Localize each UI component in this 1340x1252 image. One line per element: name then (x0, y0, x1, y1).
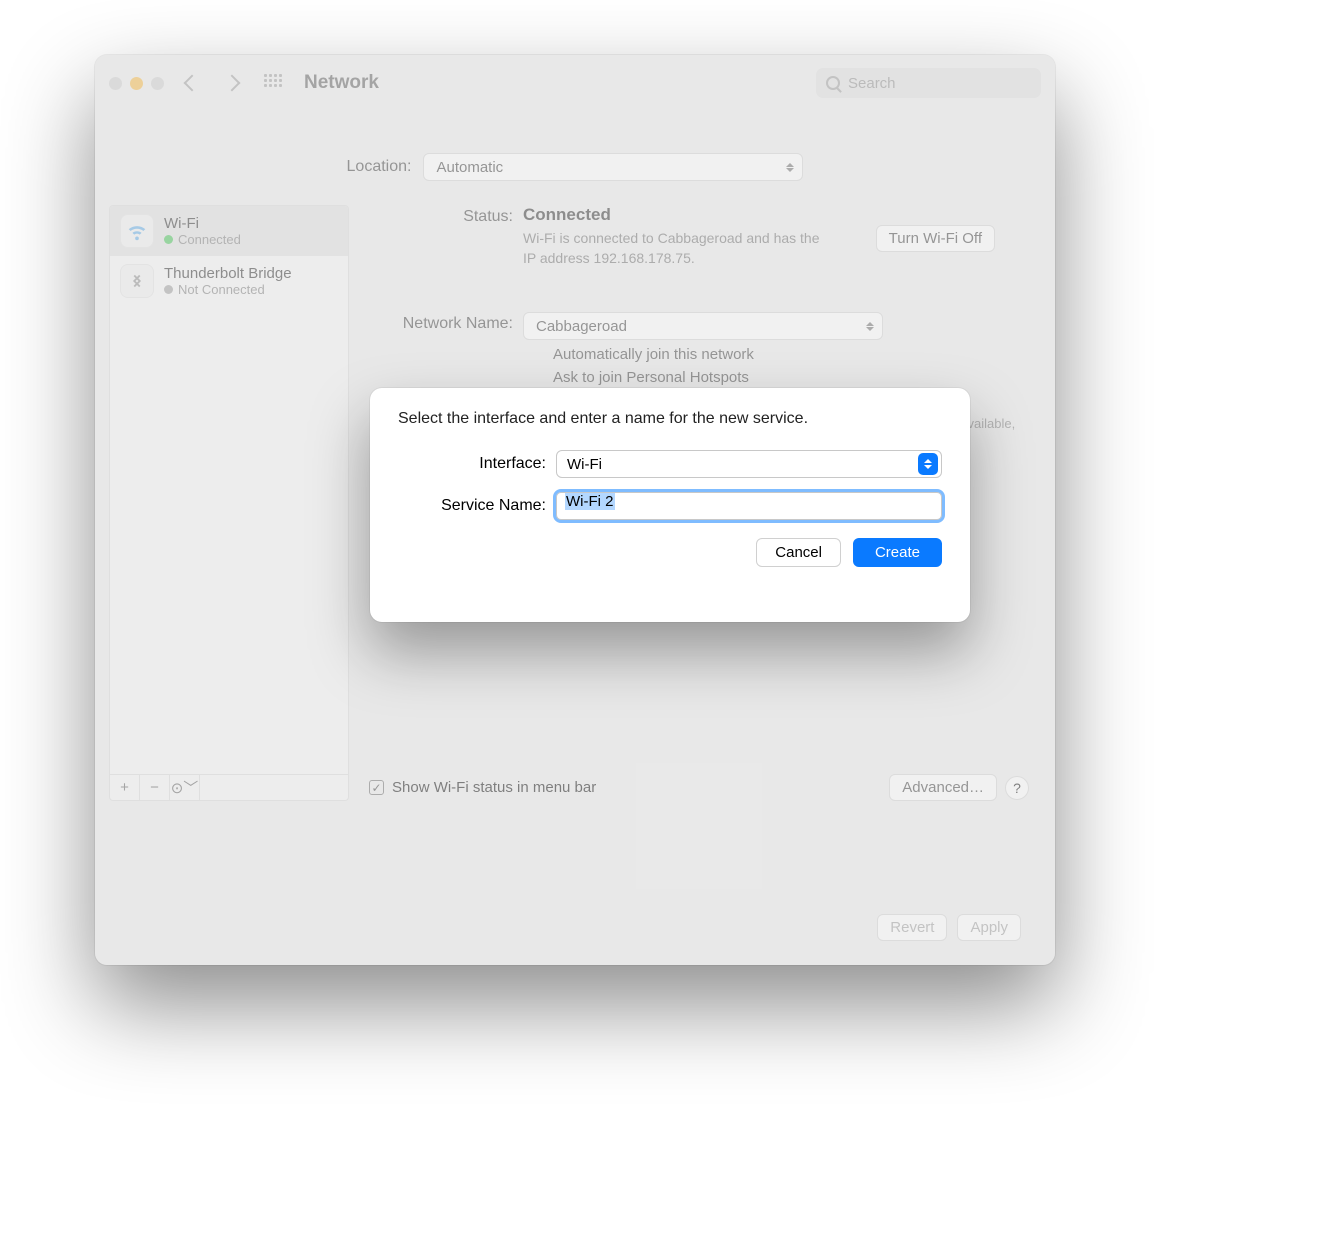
status-value: Connected (523, 205, 611, 224)
service-item-wifi[interactable]: Wi-Fi Connected (110, 206, 348, 256)
back-icon[interactable] (184, 75, 201, 92)
wifi-icon (120, 214, 154, 248)
service-status: Not Connected (178, 282, 265, 297)
forward-icon[interactable] (224, 75, 241, 92)
interface-label: Interface: (398, 455, 556, 473)
service-list-toolbar: + − ⊙﹀ (109, 775, 349, 801)
stepper-icon (866, 322, 874, 331)
advanced-button[interactable]: Advanced… (889, 774, 997, 801)
new-service-dialog: Select the interface and enter a name fo… (370, 388, 970, 622)
traffic-lights (109, 77, 164, 90)
service-sidebar: Wi-Fi Connected Thunderbolt Bridge Not C… (109, 205, 349, 801)
show-status-checkbox[interactable] (369, 780, 384, 795)
show-status-label: Show Wi-Fi status in menu bar (392, 779, 889, 796)
zoom-window-icon[interactable] (151, 77, 164, 90)
remove-service-button[interactable]: − (140, 775, 170, 800)
service-list: Wi-Fi Connected Thunderbolt Bridge Not C… (109, 205, 349, 775)
service-actions-button[interactable]: ⊙﹀ (170, 775, 200, 800)
location-row: Location: Automatic (95, 153, 1055, 181)
service-status: Connected (178, 232, 241, 247)
network-name-value: Cabbageroad (536, 318, 627, 335)
turn-wifi-off-button[interactable]: Turn Wi-Fi Off (876, 225, 995, 252)
stepper-icon (786, 163, 794, 172)
close-window-icon[interactable] (109, 77, 122, 90)
revert-button[interactable]: Revert (877, 914, 947, 941)
search-placeholder: Search (848, 75, 896, 92)
dialog-prompt: Select the interface and enter a name fo… (398, 410, 942, 428)
interface-select[interactable]: Wi-Fi (556, 450, 942, 478)
status-dot-icon (164, 235, 173, 244)
service-name-label: Service Name: (398, 497, 556, 515)
stepper-icon (918, 453, 938, 475)
status-dot-icon (164, 285, 173, 294)
ask-hotspot-checkbox[interactable]: Ask to join Personal Hotspots (553, 369, 1027, 386)
search-icon (826, 76, 840, 90)
network-name-label: Network Name: (363, 312, 523, 333)
apply-button[interactable]: Apply (957, 914, 1021, 941)
minimize-window-icon[interactable] (130, 77, 143, 90)
create-button[interactable]: Create (853, 538, 942, 567)
interface-value: Wi-Fi (567, 456, 602, 473)
search-input[interactable]: Search (816, 68, 1041, 98)
location-select[interactable]: Automatic (423, 153, 803, 181)
window-footer: Revert Apply (877, 914, 1021, 941)
network-name-select[interactable]: Cabbageroad (523, 312, 883, 340)
auto-join-checkbox[interactable]: Automatically join this network (553, 346, 1027, 363)
location-value: Automatic (436, 159, 503, 176)
service-item-thunderbolt[interactable]: Thunderbolt Bridge Not Connected (110, 256, 348, 306)
thunderbolt-icon (120, 264, 154, 298)
help-button[interactable]: ? (1005, 776, 1029, 800)
show-all-icon[interactable] (264, 74, 282, 92)
status-label: Status: (363, 205, 523, 226)
location-label: Location: (347, 158, 412, 176)
window-title: Network (304, 72, 816, 94)
add-service-button[interactable]: + (110, 775, 140, 800)
window-toolbar: Network Search (95, 55, 1055, 111)
history-nav (186, 77, 238, 89)
status-description: Wi-Fi is connected to Cabbageroad and ha… (523, 229, 823, 268)
toolbar-spacer (200, 775, 348, 800)
service-name: Wi-Fi (164, 215, 241, 232)
service-name-value: Wi-Fi 2 (565, 493, 615, 510)
service-name: Thunderbolt Bridge (164, 265, 292, 282)
service-name-input[interactable]: Wi-Fi 2 (556, 492, 942, 520)
cancel-button[interactable]: Cancel (756, 538, 841, 567)
